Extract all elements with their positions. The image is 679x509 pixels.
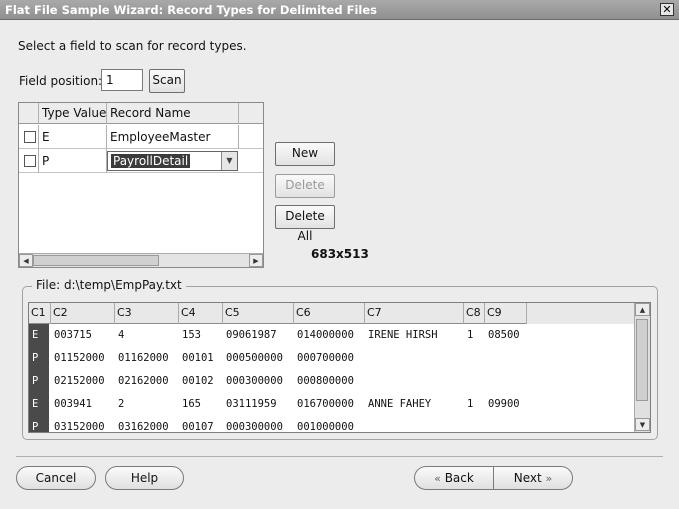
scan-button[interactable]: Scan	[149, 69, 185, 93]
scroll-down-icon[interactable]: ▼	[635, 418, 650, 431]
back-button[interactable]: « Back	[414, 466, 494, 490]
type-value-cell[interactable]: P	[39, 149, 107, 173]
window-title: Flat File Sample Wizard: Record Types fo…	[5, 3, 377, 17]
divider	[16, 456, 663, 457]
header-type-value[interactable]: Type Value	[39, 103, 107, 124]
table-row[interactable]: P 03152000 03162000 00107 000300000 0010…	[29, 416, 529, 432]
column-header[interactable]: C9	[485, 303, 527, 324]
header-checkbox-column	[19, 103, 39, 124]
close-icon[interactable]: ✕	[660, 3, 674, 16]
file-path-label: File: d:\temp\EmpPay.txt	[32, 278, 186, 292]
scroll-up-icon[interactable]: ▲	[635, 303, 650, 316]
scroll-left-icon[interactable]: ◀	[19, 254, 33, 267]
instruction-text: Select a field to scan for record types.	[18, 39, 247, 53]
table-row[interactable]: E 003941 2 165 03111959 016700000 ANNE F…	[29, 393, 529, 416]
column-header[interactable]: C1	[29, 303, 51, 324]
next-label: Next	[513, 471, 542, 485]
grid-header: C1 C2 C3 C4 C5 C6 C7 C8 C9	[29, 303, 634, 324]
column-header[interactable]: C5	[223, 303, 294, 324]
record-name-cell[interactable]: EmployeeMaster	[107, 125, 239, 149]
header-record-name[interactable]: Record Name	[107, 103, 239, 124]
scrollbar-thumb[interactable]	[636, 319, 648, 401]
dimensions-label: 683x513	[311, 247, 369, 261]
record-name-value: PayrollDetail	[111, 154, 191, 168]
horizontal-scrollbar[interactable]: ◀ ▶	[19, 253, 263, 267]
scrollbar-thumb[interactable]	[33, 255, 159, 266]
chevron-left-icon: «	[434, 472, 441, 485]
column-header[interactable]: C3	[115, 303, 179, 324]
column-header[interactable]: C8	[464, 303, 485, 324]
record-name-dropdown[interactable]: PayrollDetail ▼	[107, 151, 238, 171]
column-header[interactable]: C2	[51, 303, 115, 324]
chevron-down-icon[interactable]: ▼	[221, 152, 237, 170]
table-row[interactable]: P 02152000 02162000 00102 000300000 0008…	[29, 370, 529, 393]
delete-all-button[interactable]: Delete All	[275, 205, 335, 243]
next-button[interactable]: Next »	[493, 466, 573, 490]
record-types-table: Type Value Record Name E EmployeeMaster …	[18, 102, 264, 268]
scroll-right-icon[interactable]: ▶	[249, 254, 263, 267]
checkbox-icon[interactable]	[24, 131, 36, 143]
cancel-button[interactable]: Cancel	[16, 466, 96, 490]
help-button[interactable]: Help	[105, 466, 184, 490]
new-button[interactable]: New	[275, 142, 335, 166]
back-label: Back	[444, 471, 474, 485]
type-value-cell[interactable]: E	[39, 125, 107, 149]
table-row[interactable]: P PayrollDetail ▼	[19, 149, 263, 173]
checkbox-icon[interactable]	[24, 155, 36, 167]
delete-button[interactable]: Delete	[275, 174, 335, 198]
table-header: Type Value Record Name	[19, 103, 263, 124]
table-row[interactable]: E 003715 4 153 09061987 014000000 IRENE …	[29, 324, 529, 347]
field-position-input[interactable]: 1	[101, 69, 143, 91]
chevron-right-icon: »	[545, 472, 553, 485]
vertical-scrollbar[interactable]: ▲ ▼	[634, 303, 650, 432]
file-preview-grid: C1 C2 C3 C4 C5 C6 C7 C8 C9 E 003715 4 15…	[28, 302, 651, 433]
table-row[interactable]: E EmployeeMaster	[19, 125, 263, 149]
column-header[interactable]: C7	[365, 303, 464, 324]
field-position-label: Field position:	[19, 74, 103, 88]
column-header[interactable]: C4	[179, 303, 223, 324]
column-header[interactable]: C6	[294, 303, 365, 324]
table-row[interactable]: P 01152000 01162000 00101 000500000 0007…	[29, 347, 529, 370]
window-titlebar: Flat File Sample Wizard: Record Types fo…	[0, 0, 679, 20]
